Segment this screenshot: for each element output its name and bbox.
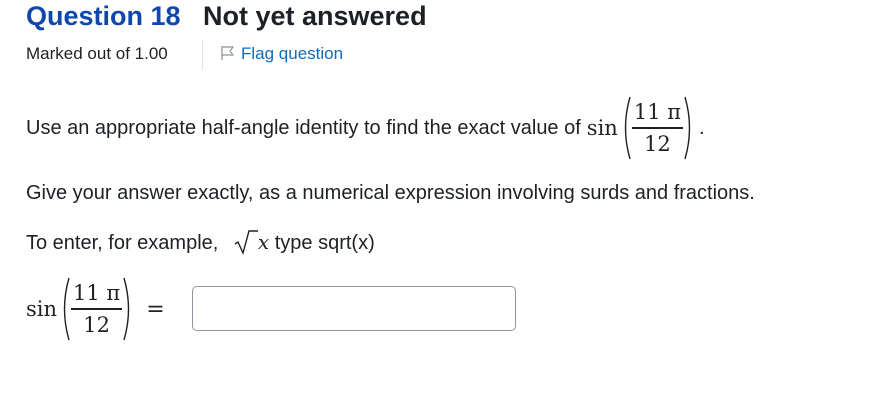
prompt-fraction-numerator: 11 π [633, 100, 682, 125]
prompt-period: . [699, 117, 705, 139]
question-text: Use an appropriate half-angle identity t… [26, 88, 705, 168]
question-prompt-text: Use an appropriate half-angle identity t… [26, 117, 581, 139]
answer-row: sin 11 π 12 = [26, 272, 165, 346]
left-paren-icon [624, 96, 631, 160]
answer-sin-label: sin [26, 297, 58, 321]
answer-right-paren-icon [123, 277, 130, 341]
answer-fraction-numerator: 11 π [73, 281, 121, 306]
example-prefix: To enter, for example, [26, 232, 219, 254]
answer-input[interactable] [192, 286, 516, 331]
answer-fraction-denominator: 12 [83, 312, 110, 337]
question-number: Question 18 [26, 1, 181, 31]
right-paren-icon [684, 96, 691, 160]
prompt-fraction-bar [631, 127, 684, 129]
answer-fraction-bar [71, 308, 123, 310]
example-suffix: type sqrt(x) [274, 232, 375, 254]
answer-fraction: 11 π 12 [71, 281, 123, 337]
sin-function-label: sin [586, 116, 618, 140]
equals-sign: = [146, 296, 165, 322]
flag-outline-icon [221, 46, 234, 60]
flag-question-label: Flag question [241, 44, 344, 63]
prompt-fraction-denominator: 12 [644, 131, 671, 156]
marked-out-of: Marked out of 1.00 [26, 44, 168, 63]
info-divider [202, 40, 203, 70]
flag-question-button[interactable]: Flag question [220, 43, 343, 65]
answer-left-paren-icon [63, 277, 70, 341]
question-state: Not yet answered [203, 1, 427, 31]
example-text: To enter, for example, x type sqrt(x) [26, 229, 375, 256]
square-root-icon [234, 230, 258, 256]
instruction-text: Give your answer exactly, as a numerical… [26, 182, 755, 204]
example-variable: x [257, 230, 270, 254]
prompt-fraction: 11 π 12 [631, 100, 684, 156]
